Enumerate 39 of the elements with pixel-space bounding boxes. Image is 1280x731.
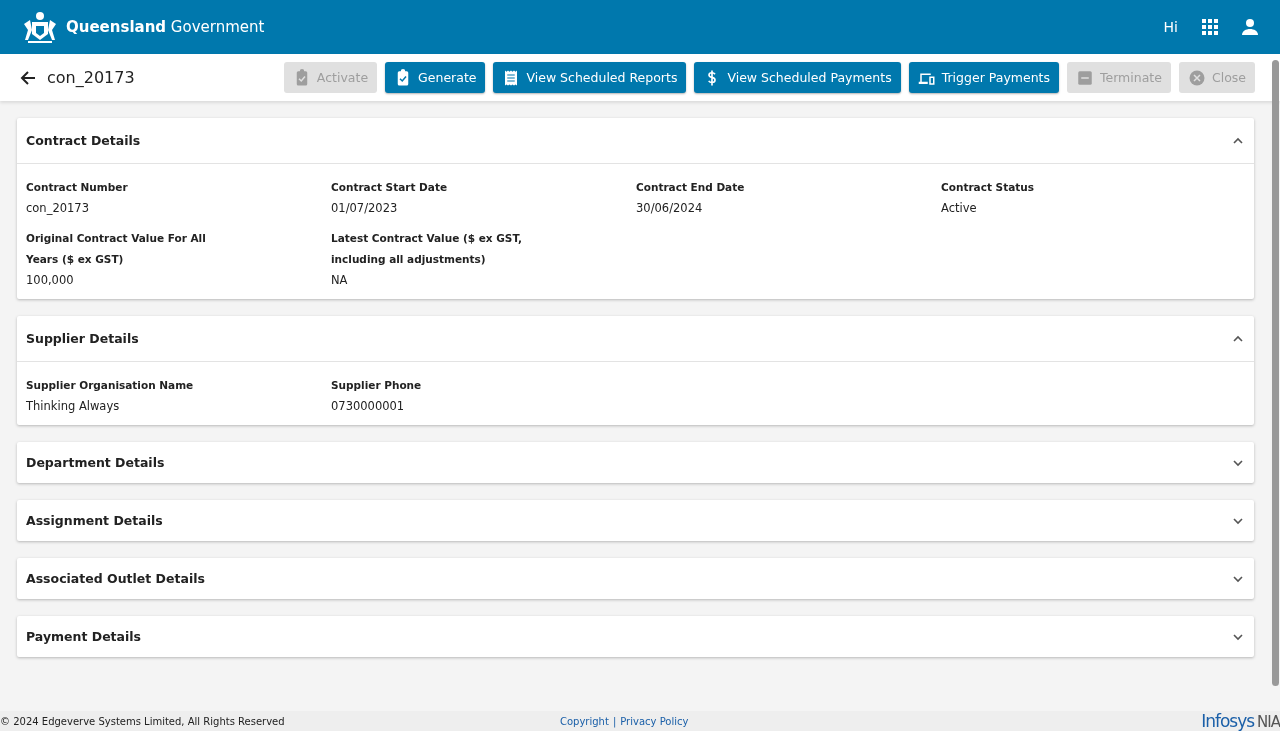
field-value: 30/06/2024 (636, 200, 704, 217)
field-label: Latest Contract Value ($ ex GST, including all adjustments) (331, 231, 524, 267)
field-value: 100,000 (26, 272, 75, 289)
toolbar-button[interactable]: Trigger Payments (908, 62, 1059, 93)
scrollbar-thumb[interactable] (1272, 60, 1279, 686)
field-value: Active (941, 200, 978, 217)
copyright-link[interactable]: Copyright (560, 715, 609, 727)
field-label: Contract Number (26, 180, 129, 195)
field-label: Supplier Organisation Name (26, 378, 195, 393)
field-label: Contract End Date (636, 180, 746, 195)
field-value: NA (331, 272, 349, 289)
toolbar-button[interactable]: Generate (385, 62, 486, 93)
field-value: con_20173 (26, 200, 90, 217)
section-title[interactable]: Payment Details (26, 629, 142, 644)
field-label: Contract Status (941, 180, 1035, 195)
toolbar-button[interactable]: View Scheduled Payments (694, 62, 901, 93)
close-circle-icon (1187, 68, 1206, 87)
field-value: Thinking Always (26, 398, 121, 415)
field-label: Contract Start Date (331, 180, 449, 195)
section-title[interactable]: Contract Details (26, 133, 141, 148)
toolbar-button[interactable]: View Scheduled Reports (493, 62, 687, 93)
privacy-policy-link[interactable]: Privacy Policy (620, 715, 689, 727)
section-title[interactable]: Department Details (26, 455, 165, 470)
greeting-text: Hi (1163, 19, 1178, 35)
section-title[interactable]: Supplier Details (26, 331, 139, 346)
user-icon[interactable] (1240, 17, 1260, 37)
field-label: Original Contract Value For All Years ($ ex GST) (26, 231, 207, 267)
footer-logo: Infosys NIA (1201, 711, 1280, 731)
brand-name: Queensland Government (66, 18, 266, 36)
minus-square-icon (1076, 68, 1094, 87)
field-value: 0730000001 (331, 398, 406, 415)
copyright-text: © 2024 Edgeverve Systems Limited, All Rights Reserved (0, 715, 286, 727)
apps-grid-icon[interactable] (1200, 17, 1220, 37)
section-title[interactable]: Assignment Details (26, 513, 163, 528)
page-title: con_20173 (47, 68, 136, 87)
field-value: 01/07/2023 (331, 200, 399, 217)
link-separator: | (612, 715, 617, 727)
field-label: Supplier Phone (331, 378, 423, 393)
section-title[interactable]: Associated Outlet Details (26, 571, 205, 586)
